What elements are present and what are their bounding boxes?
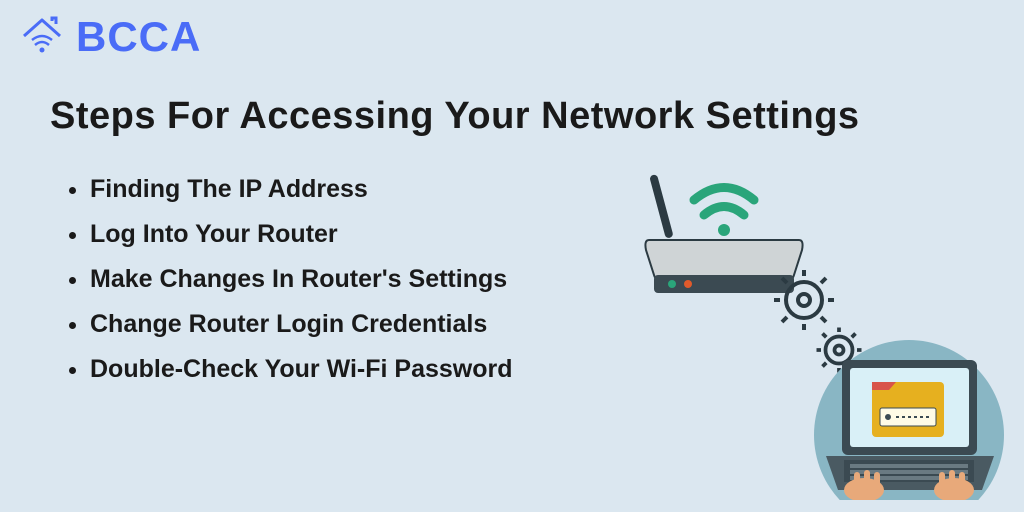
steps-list: Finding The IP Address Log Into Your Rou… <box>90 175 513 400</box>
list-item: Double-Check Your Wi-Fi Password <box>90 355 513 384</box>
list-item: Finding The IP Address <box>90 175 513 204</box>
house-wifi-icon <box>18 12 66 61</box>
list-item: Change Router Login Credentials <box>90 310 513 339</box>
list-item: Log Into Your Router <box>90 220 513 249</box>
brand-name: BCCA <box>76 13 201 61</box>
network-illustration <box>604 160 1004 500</box>
gear-icon <box>774 270 834 330</box>
list-item: Make Changes In Router's Settings <box>90 265 513 294</box>
brand-logo: BCCA <box>18 12 201 61</box>
page-title: Steps For Accessing Your Network Setting… <box>50 95 860 138</box>
